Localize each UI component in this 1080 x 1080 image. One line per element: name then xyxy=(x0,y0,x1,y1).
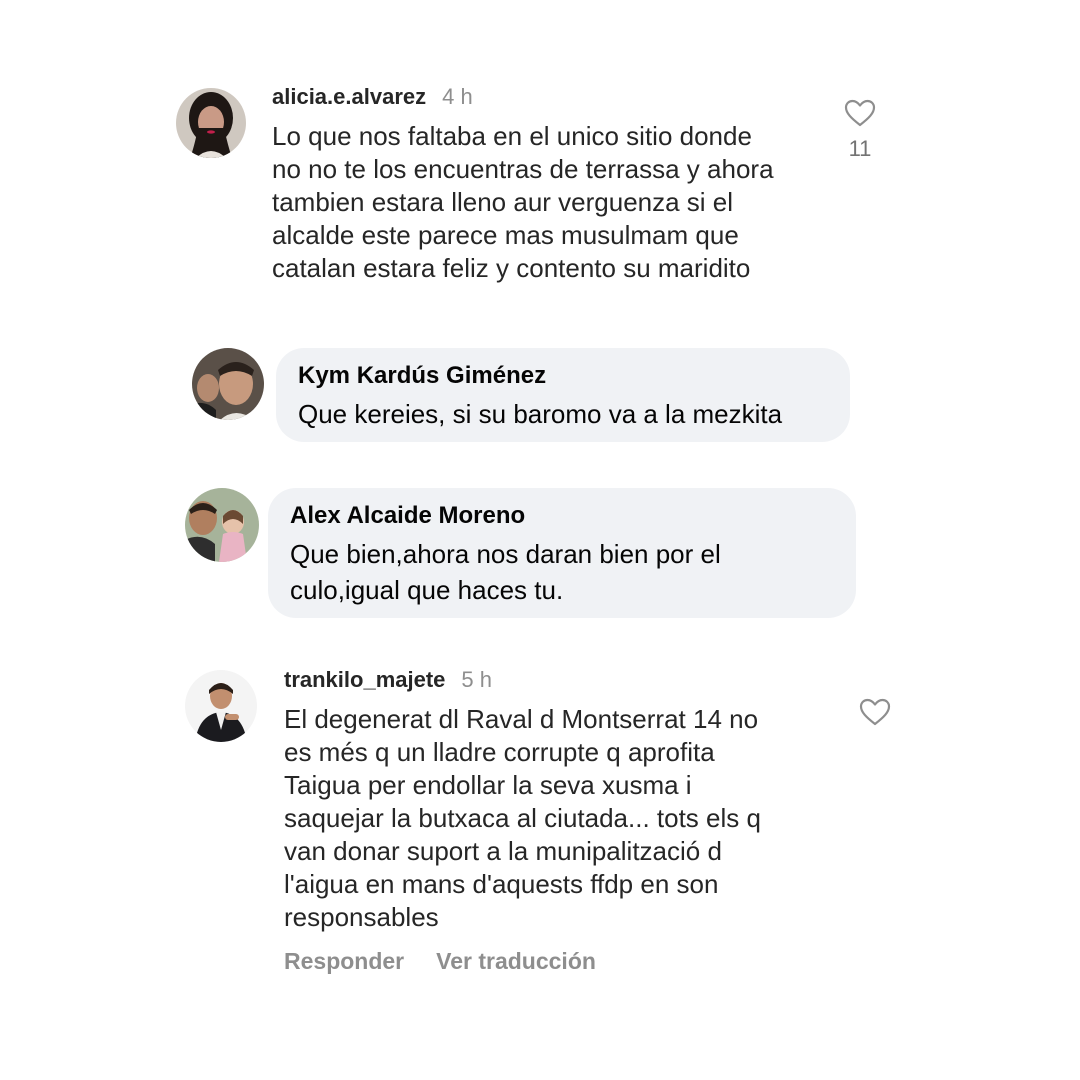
comment-bubble: Kym Kardús Giménez Que kereies, si su ba… xyxy=(276,348,850,442)
comment-text: Que kereies, si su baromo va a la mezkit… xyxy=(298,399,783,429)
reply-button[interactable]: Responder xyxy=(284,948,404,975)
avatar[interactable] xyxy=(185,488,259,562)
comment-text: El degenerat dl Raval d Montserrat 14 no… xyxy=(284,704,761,932)
comment-username[interactable]: alicia.e.alvarez xyxy=(272,84,426,110)
like-button[interactable] xyxy=(858,697,892,727)
comment-timestamp: 4 h xyxy=(442,84,473,109)
avatar[interactable] xyxy=(176,88,246,158)
like-count: 11 xyxy=(848,136,872,161)
like-button[interactable]: 11 xyxy=(843,98,877,162)
see-translation-button[interactable]: Ver traducción xyxy=(436,948,596,975)
avatar[interactable] xyxy=(192,348,264,420)
comment-timestamp: 5 h xyxy=(461,667,492,692)
avatar[interactable] xyxy=(185,670,257,742)
comment: trankilo_majete 5 h El degenerat dl Rava… xyxy=(284,667,844,975)
comment-bubble: Alex Alcaide Moreno Que bien,ahora nos d… xyxy=(268,488,856,618)
heart-icon xyxy=(859,698,891,726)
comment-author[interactable]: Alex Alcaide Moreno xyxy=(290,502,834,530)
heart-icon xyxy=(844,99,876,127)
comment-username[interactable]: trankilo_majete xyxy=(284,667,445,693)
comment-author[interactable]: Kym Kardús Giménez xyxy=(298,362,828,390)
comment-text: Lo que nos faltaba en el unico sitio don… xyxy=(272,121,774,283)
comment: alicia.e.alvarez 4 h Lo que nos faltaba … xyxy=(272,84,832,285)
comment-actions: Responder Ver traducción xyxy=(284,948,844,975)
comment-text: Que bien,ahora nos daran bien por el cul… xyxy=(290,539,721,605)
